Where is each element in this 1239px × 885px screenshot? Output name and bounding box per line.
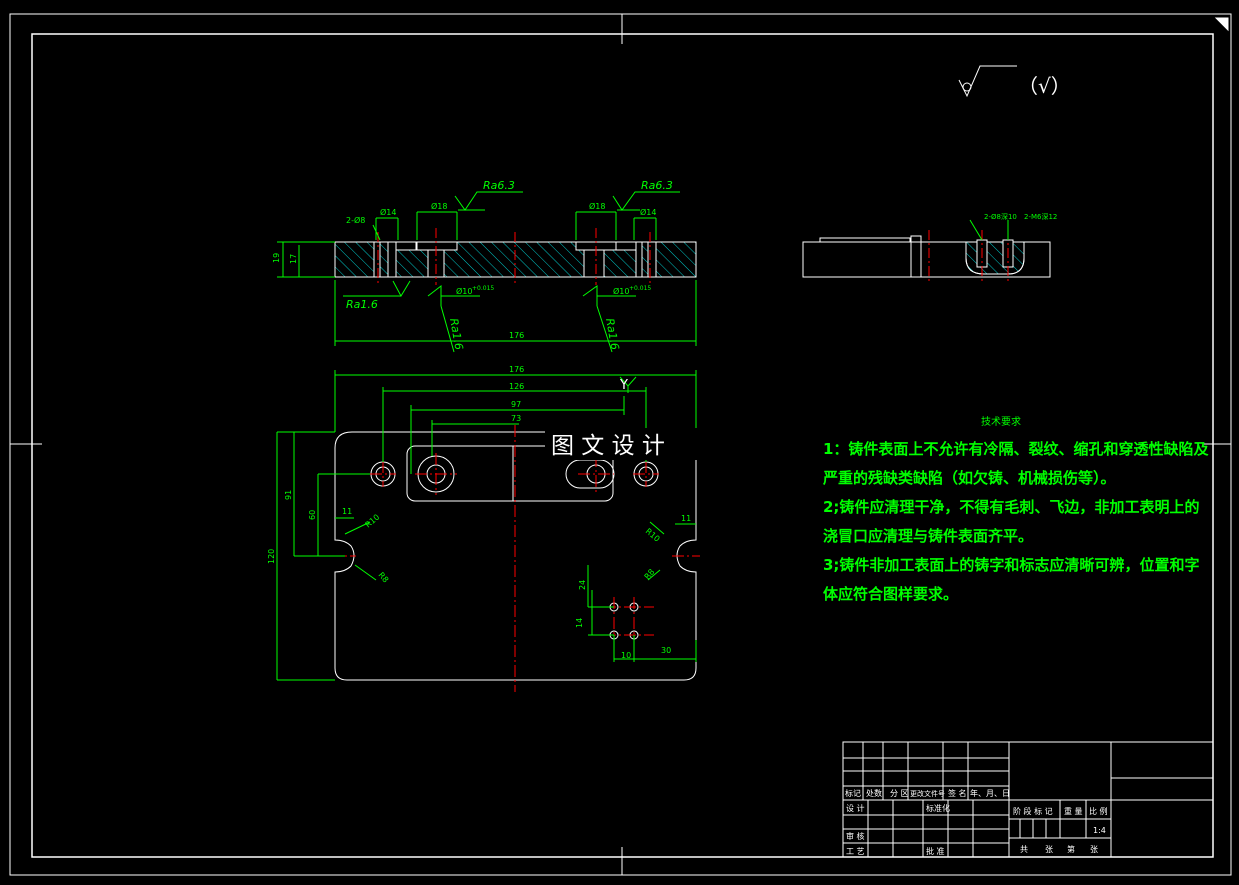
dim-plan-14: 14 (575, 618, 584, 628)
dim-d14-right: Ø14 (640, 207, 656, 217)
side-label-1: 2-Ø8深10 (984, 212, 1017, 221)
tb-header-4: 签 名 (948, 788, 967, 798)
tech-req-line-4: 浇冒口应清理与铸件表面齐平。 (823, 527, 1033, 545)
dim-tol-left: +0.015 (472, 285, 494, 292)
axis-y-label: Y (619, 378, 628, 393)
tb-approve: 批 准 (926, 846, 945, 856)
ra-top-left: Ra6.3 (483, 179, 515, 192)
tb-scale-label: 比 例 (1089, 806, 1108, 816)
dim-length-176: 176 (509, 331, 524, 340)
dim-d18-left: Ø18 (431, 201, 447, 211)
dim-plan-91: 91 (284, 490, 293, 500)
tb-header-5: 年、月、日 (970, 788, 1010, 798)
ra-bottom-left: Ra1.6 (346, 298, 378, 311)
tb-process: 工 艺 (846, 847, 865, 856)
finish-note: （√） (1018, 74, 1071, 98)
watermark-text: 图 文 设 计 (551, 433, 665, 459)
dim-plan-176: 176 (509, 365, 524, 374)
tb-standardize: 标准化 (926, 803, 950, 813)
tb-header-3: 更改文件号 (910, 789, 945, 798)
tb-design: 设 计 (846, 803, 865, 813)
dim-tol-right: +0.015 (629, 285, 651, 292)
tech-req-line-2: 严重的残缺类缺陷（如欠铸、机械损伤等）。 (822, 469, 1116, 487)
cad-drawing-canvas[interactable]: （√） Ra6.3 Ra6.3 Ra1.6 Ra1.6 Ra1.6 Ø14 Ø1… (0, 0, 1239, 885)
dim-plan-24: 24 (578, 580, 587, 590)
dim-plan-11-right: 11 (681, 514, 691, 523)
ra-top-right: Ra6.3 (641, 179, 673, 192)
tb-sheets-3: 张 (1090, 845, 1098, 854)
dim-plan-30: 30 (661, 646, 671, 655)
tb-scale-value: 1:4 (1093, 826, 1106, 835)
dim-plan-126: 126 (509, 382, 524, 391)
tb-sheets-0: 共 (1020, 845, 1028, 854)
dim-chamfer: 2-Ø8 (346, 215, 365, 225)
tb-header-0: 标记 (845, 788, 861, 798)
dim-plan-120: 120 (267, 549, 276, 564)
tech-req-line-1: 1：铸件表面上不允许有冷隔、裂纹、缩孔和穿透性缺陷及 (823, 440, 1209, 458)
tech-req-title: 技术要求 (981, 415, 1021, 428)
dim-height-19: 19 (272, 253, 281, 263)
side-label-2: 2-M6深12 (1024, 212, 1057, 221)
dim-plan-11-left: 11 (342, 507, 352, 516)
tech-req-line-6: 体应符合图样要求。 (823, 585, 958, 603)
tb-stage-mark: 阶 段 标 记 (1013, 806, 1053, 816)
tb-review: 审 核 (846, 831, 865, 841)
dim-plan-60: 60 (308, 510, 317, 520)
dim-plan-10: 10 (621, 651, 631, 660)
tb-weight: 重 量 (1064, 806, 1083, 816)
dim-plan-73: 73 (511, 414, 521, 423)
tech-req-line-5: 3;铸件非加工表面上的铸字和标志应清晰可辨，位置和字 (823, 556, 1199, 574)
tb-header-2: 分 区 (890, 789, 909, 798)
dim-d14-left: Ø14 (380, 207, 396, 217)
tb-sheets-1: 张 (1045, 845, 1053, 854)
tb-sheets-2: 第 (1067, 844, 1075, 854)
dim-d10-right: Ø10 (613, 286, 629, 296)
dim-d10-left: Ø10 (456, 286, 472, 296)
dim-d18-right: Ø18 (589, 201, 605, 211)
dim-plan-97: 97 (511, 400, 521, 409)
dim-height-17: 17 (289, 254, 298, 264)
tech-req-line-3: 2;铸件应清理干净，不得有毛刺、飞边，非加工表明上的 (823, 498, 1199, 516)
tb-header-1: 处数 (866, 788, 882, 798)
